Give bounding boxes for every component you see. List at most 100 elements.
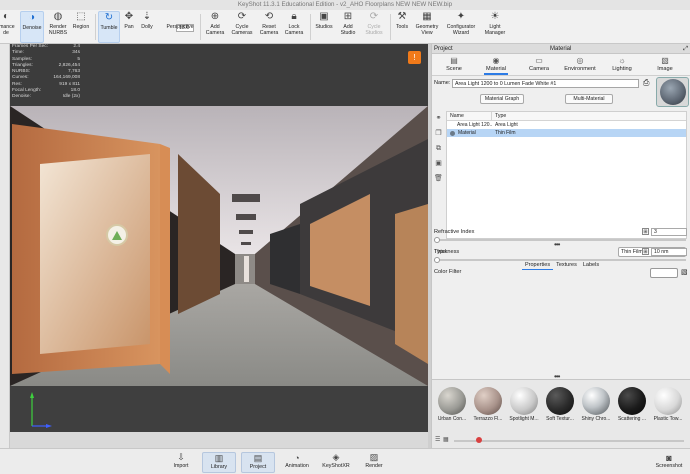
add-studio-icon: ⊞ [343, 11, 353, 23]
render-viewport[interactable]: Frames Per Sec: 2.4 Time: 34s Samples: 5 Trian… [10, 44, 428, 432]
paste-icon[interactable]: ▣ [434, 159, 443, 168]
toolbar-divider [310, 14, 311, 40]
denoise-button[interactable]: ◑ Denoise [20, 11, 44, 43]
toolbar-label: Denoise [22, 25, 42, 31]
perspective-button[interactable]: Perspective [162, 11, 198, 43]
import-button[interactable]: ⇩ Import [164, 452, 198, 473]
trash-icon[interactable]: 🗑︎ [434, 174, 443, 183]
region-button[interactable]: ⬚ Region [70, 11, 92, 43]
material-thumb [474, 387, 502, 415]
reset-camera-button[interactable]: ⟲ Reset Camera [257, 11, 281, 43]
expand-icon[interactable]: ⤢ [683, 44, 688, 54]
project-button[interactable]: ▤ Project [241, 452, 275, 473]
tab-camera[interactable]: ▭ Camera [528, 55, 550, 75]
toolbar-label: Light Manager [484, 24, 506, 36]
refractive-index-field[interactable]: 3 [651, 228, 687, 236]
render-button[interactable]: ▨ Render [357, 452, 391, 473]
color-filter-swatch[interactable] [650, 268, 678, 278]
screenshot-button[interactable]: ◙ Screenshot [652, 452, 686, 473]
material-graph-button[interactable]: Material Graph [480, 94, 524, 104]
slider-handle[interactable] [434, 256, 440, 263]
column-type[interactable]: Type [492, 112, 506, 120]
save-material-icon[interactable]: ⎙ [643, 78, 649, 88]
cycle-cameras-button[interactable]: ⟳ Cycle Cameras [230, 11, 254, 43]
reset-camera-icon: ⟲ [264, 11, 274, 23]
geometry-view-button[interactable]: ▦ Geometry View [413, 11, 441, 43]
toolbar-label: Configurator Wizard [446, 24, 476, 36]
tab-material[interactable]: ◉ Material [484, 55, 508, 75]
library-item[interactable]: Plastic Tow... [650, 387, 686, 423]
image-icon: ▧ [661, 56, 669, 65]
library-button[interactable]: ▥ Library [202, 452, 236, 473]
studios-button[interactable]: ▣ Studios [313, 11, 335, 43]
pan-button[interactable]: ✥ Pan [121, 11, 137, 43]
toolbar-label: Lock Camera [284, 24, 304, 36]
add-camera-button[interactable]: ⊕ Add Camera [204, 11, 226, 43]
light-target-handle[interactable] [106, 224, 128, 246]
performance-mode-button[interactable]: ◐ rmance de [0, 11, 16, 43]
multi-material-button[interactable]: Multi-Material [565, 94, 613, 104]
copy-icon[interactable]: ⧉ [434, 144, 443, 153]
tab-scene[interactable]: ▤ Scene [444, 55, 464, 75]
slider-track[interactable] [434, 259, 686, 261]
material-label: Soft Textur... [546, 416, 574, 422]
tools-button[interactable]: ⚒ Tools [393, 11, 411, 43]
animation-button[interactable]: ◔ Animation [280, 452, 314, 473]
tab-label: Environment [564, 66, 596, 72]
tree-row[interactable]: Material Thin Film [447, 129, 686, 137]
project-icon: ▤ [253, 453, 263, 463]
warning-icon[interactable]: ! [408, 51, 421, 64]
link-value-icon[interactable]: ⊞ [642, 228, 649, 235]
thickness-field[interactable]: 10 nm [651, 248, 687, 256]
column-name[interactable]: Name [447, 112, 492, 120]
toolbar-divider [390, 14, 391, 40]
property-label: Thickness [434, 249, 460, 255]
duplicate-icon[interactable]: ❐ [434, 129, 443, 138]
toolbar-label: Cycle Cameras [231, 24, 253, 36]
texture-icon[interactable]: ▧ [681, 268, 688, 276]
cycle-studios-button[interactable]: ⟳ Cycle Studios [362, 11, 386, 43]
thumbnail-size-slider[interactable] [454, 440, 684, 442]
tumble-button[interactable]: ↻ Tumble [98, 11, 120, 43]
render-nurbs-button[interactable]: ◍ Render NURBS [46, 11, 70, 43]
library-item[interactable]: Urban Con... [434, 387, 470, 423]
dolly-button[interactable]: ⇣ Dolly [138, 11, 156, 43]
tab-lighting[interactable]: ☼ Lighting [610, 55, 634, 75]
tree-row-name: Area Light 120... [457, 122, 492, 128]
link-icon[interactable]: ⚭ [434, 114, 443, 123]
left-sidebar-edge[interactable] [0, 44, 10, 448]
toolbar-label: Pan [124, 24, 134, 30]
tree-toolbar: ⚭ ❐ ⧉ ▣ 🗑︎ [432, 111, 444, 201]
library-item[interactable]: Terrazzo Fl... [470, 387, 506, 423]
grid-view-icon[interactable]: ▦ [443, 436, 449, 443]
link-value-icon[interactable]: ⊞ [642, 248, 649, 255]
light-manager-button[interactable]: ☀ Light Manager [481, 11, 509, 43]
slider-track[interactable] [434, 239, 686, 241]
property-label: Color Filter [434, 269, 462, 275]
tree-row[interactable]: Area Light 120... Area Light [447, 121, 686, 129]
studios-icon: ▣ [319, 11, 329, 23]
material-label: Plastic Tow... [653, 416, 683, 422]
configurator-wizard-button[interactable]: ✦ Configurator Wizard [443, 11, 479, 43]
ribbon-label: Animation [285, 463, 309, 469]
lock-camera-button[interactable]: 🔒︎ Lock Camera [283, 11, 305, 43]
slider-handle[interactable] [476, 437, 482, 443]
window-title: KeyShot 11.3.1 Educational Edition - v2_… [0, 0, 690, 10]
material-library: Urban Con... Terrazzo Fl... Spotlight M.… [432, 379, 690, 448]
configurator-wizard-icon: ✦ [456, 11, 466, 23]
library-item[interactable]: Shiny Chro... [578, 387, 614, 423]
material-name-field[interactable]: Area Light 1200 to 0 Lumen Fade White #1 [452, 79, 639, 88]
slider-handle[interactable] [434, 236, 440, 243]
toolbar-divider [95, 14, 96, 40]
tab-environment[interactable]: ◎ Environment [564, 55, 596, 75]
add-studio-button[interactable]: ⊞ Add Studio [337, 11, 359, 43]
library-item[interactable]: Soft Textur... [542, 387, 578, 423]
library-item[interactable]: Scattering ... [614, 387, 650, 423]
list-view-icon[interactable]: ☰ [435, 436, 440, 443]
library-item[interactable]: Spotlight M... [506, 387, 542, 423]
material-preview[interactable] [656, 77, 689, 107]
keyshotxr-button[interactable]: ◈ KeyShotXR [319, 452, 353, 473]
triangle-icon [112, 230, 122, 240]
property-label: Refractive Index [434, 229, 475, 235]
tab-image[interactable]: ▧ Image [654, 55, 676, 75]
